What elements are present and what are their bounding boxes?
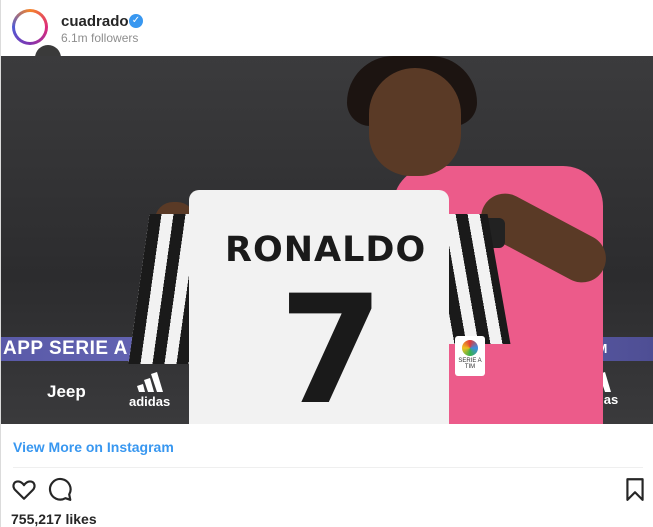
sponsor-jeep: Jeep (47, 382, 86, 401)
heart-icon[interactable] (11, 476, 37, 502)
jersey-number: 7 (279, 264, 384, 424)
divider (13, 467, 643, 468)
view-more-link[interactable]: View More on Instagram (13, 439, 174, 455)
player-head (369, 68, 461, 176)
serie-a-badge-icon: SERIE A TIM (455, 336, 485, 376)
post-image[interactable]: APP SERIE A TIM Jeep adidas adidas RONAL… (1, 56, 653, 424)
comment-icon[interactable] (47, 476, 73, 502)
bookmark-icon[interactable] (622, 476, 648, 502)
verified-badge-icon: ✓ (129, 14, 143, 28)
post-header: cuadrado ✓ 6.1m followers (1, 0, 653, 59)
banner-text: APP SERIE A (3, 338, 128, 359)
jersey: RONALDO 7 SERIE A TIM (128, 190, 511, 424)
badge-text: SERIE A TIM (458, 358, 482, 370)
username-link[interactable]: cuadrado (61, 13, 129, 30)
like-count: 755,217 likes (11, 511, 97, 527)
follower-count: 6.1m followers (61, 31, 139, 45)
avatar[interactable] (12, 9, 48, 45)
instagram-embed-card: cuadrado ✓ 6.1m followers APP SERIE A TI… (0, 0, 653, 527)
